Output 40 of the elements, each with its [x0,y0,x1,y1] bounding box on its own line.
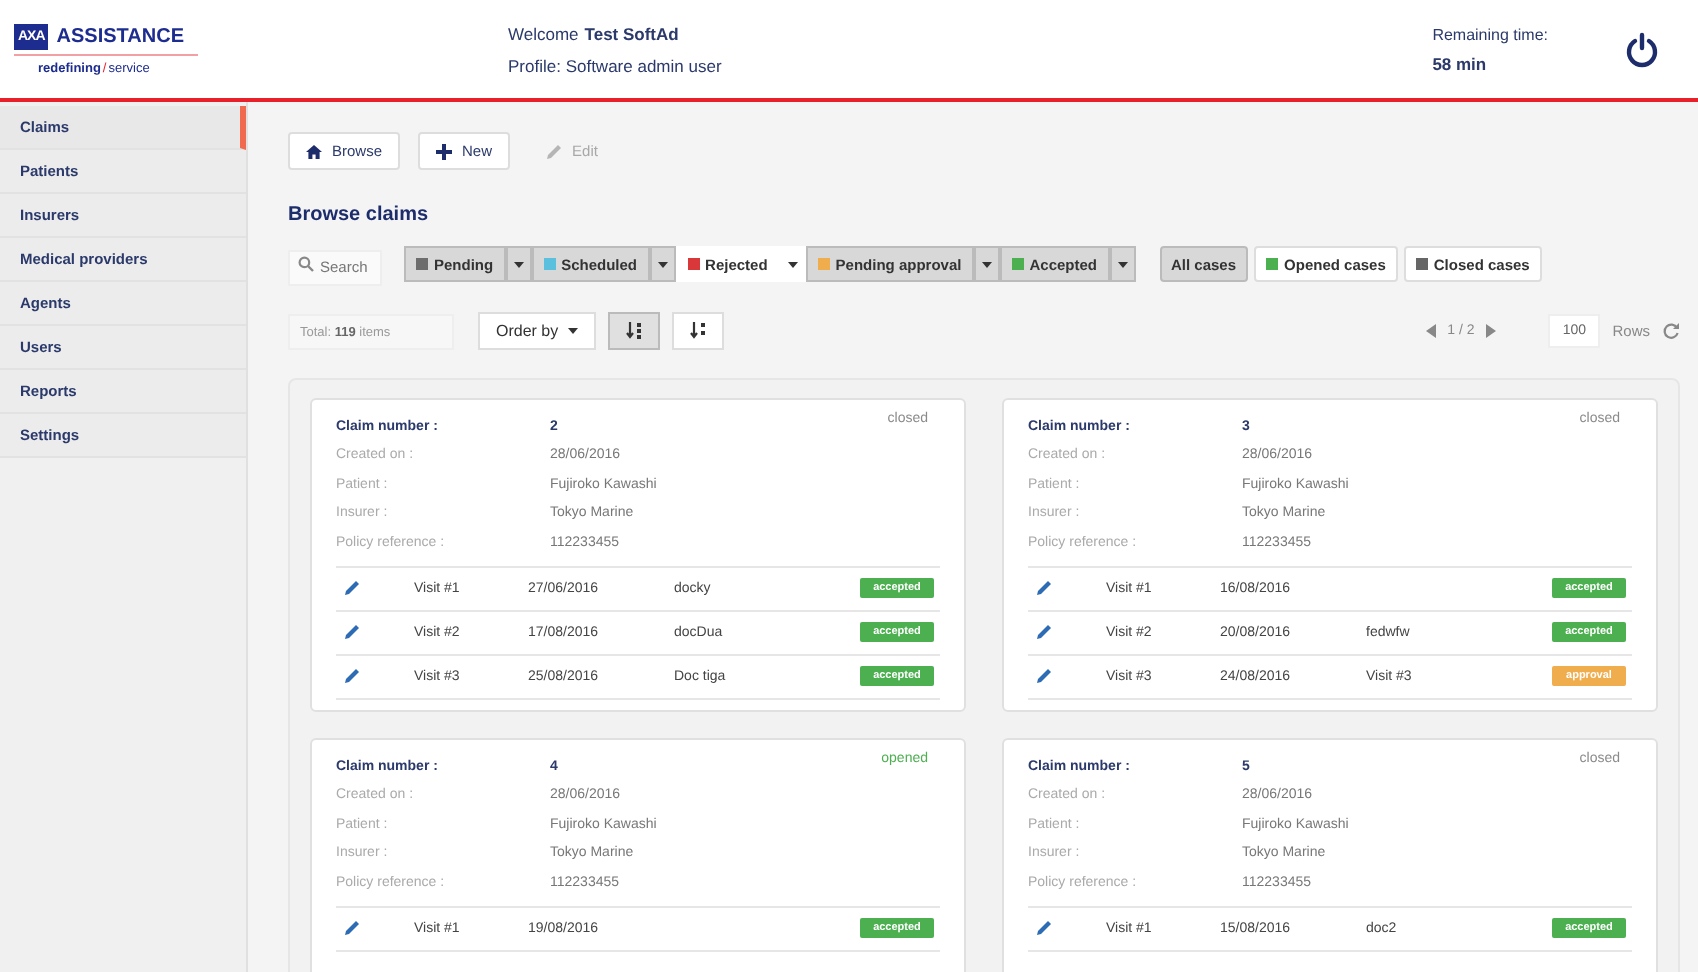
caret-icon [568,328,579,334]
pencil-icon[interactable] [344,668,360,684]
pencil-icon[interactable] [1036,920,1052,936]
claim-card[interactable] [310,398,966,712]
dropdown-toggle[interactable] [505,246,532,282]
caret-icon [1117,261,1127,267]
logo-name: ASSISTANCE [56,25,184,47]
pencil-icon[interactable] [1036,624,1052,640]
caret-icon [513,261,524,267]
refresh-icon[interactable] [1662,322,1680,340]
pencil-icon[interactable] [1036,580,1052,596]
remaining-time-label: Remaining time: [1432,25,1548,43]
sort-button[interactable] [672,312,725,350]
sort-ascending-icon [689,322,708,340]
welcome-text: Welcome [508,23,579,43]
pencil-icon[interactable] [344,920,360,936]
page-title: Browse claims [288,204,431,226]
pencil-icon[interactable] [344,580,360,596]
profile-text: Profile: Software admin user [508,55,722,75]
remaining-time-value: 58 min [1432,53,1489,73]
power-icon[interactable] [1624,31,1660,67]
caret-icon [657,261,668,267]
user-name: Test SoftAd [584,23,679,43]
claim-card[interactable] [1002,398,1658,712]
dropdown-toggle[interactable] [1109,246,1135,282]
dropdown-toggle[interactable] [973,246,1000,282]
caret-icon [787,261,798,267]
next-page-icon[interactable] [1486,324,1497,338]
order-by-dropdown[interactable]: Order by [478,312,597,350]
home-icon [306,143,322,159]
caret-icon [981,261,992,267]
search-icon [298,256,314,272]
pencil-icon [546,143,563,159]
pencil-icon[interactable] [344,624,360,640]
sort-descending-icon [625,322,644,340]
pencil-icon[interactable] [1036,668,1052,684]
sort-button[interactable] [608,312,661,350]
plus-icon [436,143,453,159]
dropdown-toggle[interactable] [649,246,676,282]
previous-page-icon[interactable] [1425,324,1436,338]
